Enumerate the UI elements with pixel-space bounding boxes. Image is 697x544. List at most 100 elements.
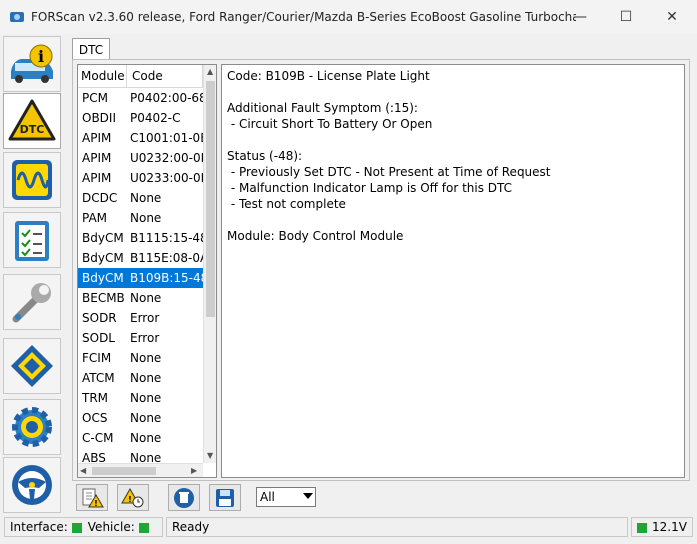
- module-cell: APIM: [82, 171, 112, 185]
- close-button[interactable]: ✕: [649, 0, 695, 34]
- vehicle-status-led: [138, 522, 149, 533]
- module-cell: ATCM: [82, 371, 115, 385]
- module-cell: BECMB: [82, 291, 125, 305]
- sidebar: i DTC: [0, 34, 66, 514]
- detail-line: Code: B109B - License Plate Light: [227, 69, 430, 83]
- module-cell: C-CM: [82, 431, 114, 445]
- clear-dtc-button[interactable]: [168, 484, 200, 511]
- checklist-icon: [15, 221, 49, 261]
- scroll-left-arrow-icon[interactable]: ◀: [80, 466, 86, 475]
- table-row[interactable]: BdyCM B115E:08-0A: [78, 248, 203, 268]
- vehicle-label: Vehicle:: [87, 520, 135, 534]
- module-cell: BdyCM: [82, 231, 124, 245]
- table-row[interactable]: BECMB None: [78, 288, 203, 308]
- code-cell: Error: [130, 331, 160, 345]
- scroll-down-arrow-icon[interactable]: ▼: [207, 451, 213, 460]
- sidebar-item-tools[interactable]: [3, 274, 61, 330]
- table-row[interactable]: OBDII P0402-C: [78, 108, 203, 128]
- table-row[interactable]: APIM U0232:00-0E: [78, 148, 203, 168]
- module-cell: DCDC: [82, 191, 118, 205]
- table-row[interactable]: PCM P0402:00-68: [78, 88, 203, 108]
- dtc-filter-select[interactable]: All: [256, 487, 316, 507]
- code-cell: Error: [130, 311, 160, 325]
- sidebar-item-oscilloscope[interactable]: [3, 152, 61, 208]
- table-row[interactable]: APIM U0233:00-0E: [78, 168, 203, 188]
- interface-label: Interface:: [10, 520, 68, 534]
- module-cell: SODL: [82, 331, 115, 345]
- dtc-detail-pane: Code: B109B - License Plate Light Additio…: [221, 64, 685, 478]
- horizontal-scroll-thumb[interactable]: [92, 467, 156, 475]
- voltage-status-led: [637, 522, 647, 533]
- table-row[interactable]: ATCM None: [78, 368, 203, 388]
- maximize-button[interactable]: ☐: [603, 0, 649, 34]
- table-row[interactable]: DCDC None: [78, 188, 203, 208]
- vertical-scroll-thumb[interactable]: [206, 81, 215, 317]
- sidebar-item-service[interactable]: [3, 212, 61, 268]
- table-row[interactable]: FCIM None: [78, 348, 203, 368]
- module-cell: APIM: [82, 151, 112, 165]
- code-cell: C1001:01-0E: [130, 131, 203, 145]
- code-cell: None: [130, 431, 162, 445]
- status-message: Ready: [166, 517, 628, 537]
- table-row[interactable]: APIM C1001:01-0E: [78, 128, 203, 148]
- voltage-value: 12.1V: [652, 520, 687, 534]
- sidebar-item-vehicle-info[interactable]: i: [3, 36, 61, 92]
- code-cell: None: [130, 191, 162, 205]
- sidebar-item-settings[interactable]: [3, 399, 61, 455]
- dtc-filter-value: All: [260, 490, 275, 504]
- code-cell: U0233:00-0E: [130, 171, 203, 185]
- title-bar: FORScan v2.3.60 release, Ford Ranger/Cou…: [0, 0, 697, 34]
- table-row[interactable]: SODL Error: [78, 328, 203, 348]
- save-button[interactable]: [209, 484, 241, 511]
- code-cell: None: [130, 351, 162, 365]
- scroll-up-arrow-icon[interactable]: ▲: [207, 67, 213, 76]
- save-floppy-icon: [216, 488, 234, 507]
- module-cell: FCIM: [82, 351, 112, 365]
- clear-dtc-trash-icon: [174, 487, 194, 508]
- read-dtc-history-button[interactable]: !: [117, 484, 149, 511]
- settings-gear-icon: [12, 407, 52, 447]
- module-cell: OCS: [82, 411, 108, 425]
- detail-line: [227, 84, 679, 100]
- steering-wheel-icon: [12, 465, 52, 505]
- sidebar-item-about[interactable]: [3, 457, 61, 513]
- code-cell: None: [130, 371, 162, 385]
- read-dtc-warning-icon: !: [82, 488, 104, 508]
- dtc-icon-label: DTC: [20, 123, 45, 136]
- detail-line: Additional Fault Symptom (:15):: [227, 101, 418, 115]
- table-row[interactable]: TRM None: [78, 388, 203, 408]
- sidebar-item-dtc[interactable]: DTC: [3, 93, 61, 149]
- table-row[interactable]: C-CM None: [78, 428, 203, 448]
- module-cell: BdyCM: [82, 251, 124, 265]
- detail-line: - Malfunction Indicator Lamp is Off for …: [227, 181, 513, 195]
- scroll-right-arrow-icon[interactable]: ▶: [191, 466, 197, 475]
- interface-status-led: [71, 522, 82, 533]
- module-cell: TRM: [82, 391, 109, 405]
- read-dtc-button[interactable]: !: [76, 484, 108, 511]
- horizontal-scrollbar[interactable]: ◀ ▶: [78, 463, 203, 477]
- module-cell: PAM: [82, 211, 108, 225]
- minimize-button[interactable]: —: [557, 0, 603, 34]
- info-icon: i: [11, 44, 53, 83]
- detail-line: - Test not complete: [227, 197, 346, 211]
- svg-text:!: !: [128, 495, 132, 504]
- module-cell: OBDII: [82, 111, 116, 125]
- table-row[interactable]: OCS None: [78, 408, 203, 428]
- module-cell: APIM: [82, 131, 112, 145]
- svg-text:i: i: [38, 47, 44, 66]
- detail-line: - Circuit Short To Battery Or Open: [227, 117, 433, 131]
- dtc-list: Module Code PCM P0402:00-68 OBDII P0402-C AP…: [77, 64, 217, 478]
- column-header-module[interactable]: Module: [78, 65, 127, 87]
- table-row[interactable]: BdyCM B1115:15-48: [78, 228, 203, 248]
- column-header-code[interactable]: Code: [127, 65, 203, 87]
- table-row[interactable]: BdyCM B109B:15-48: [78, 268, 203, 288]
- sidebar-item-programming[interactable]: [3, 338, 61, 394]
- vertical-scrollbar[interactable]: ▲ ▼: [203, 65, 216, 463]
- dropdown-arrow-icon[interactable]: [303, 493, 313, 499]
- code-cell: B109B:15-48: [130, 271, 203, 285]
- table-row[interactable]: SODR Error: [78, 308, 203, 328]
- tab-dtc[interactable]: DTC: [72, 38, 110, 60]
- status-bar: Interface: Vehicle: Ready 12.1V: [0, 515, 697, 544]
- code-cell: None: [130, 391, 162, 405]
- table-row[interactable]: PAM None: [78, 208, 203, 228]
